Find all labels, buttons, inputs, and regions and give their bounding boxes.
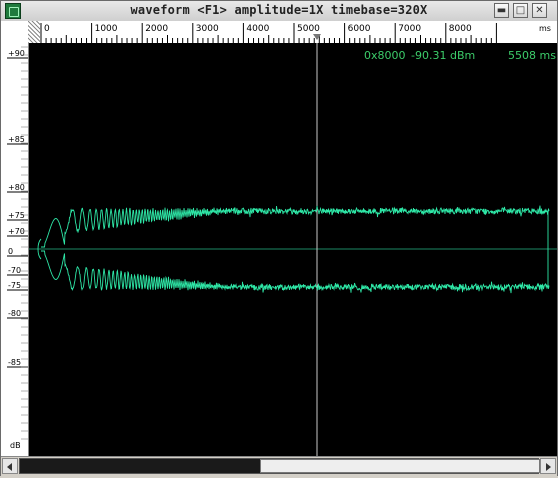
waveform-trace-lower [41, 250, 550, 294]
readout-level: -90.31 dBm [411, 49, 475, 62]
time-ruler[interactable]: 0 1000 2000 3000 4000 5000 6000 7000 8000 ms [1, 21, 557, 44]
scroll-right-icon [546, 463, 551, 471]
scale-label: -70 [8, 266, 21, 275]
readout-time: 5508 ms [508, 49, 556, 62]
waveform-trace-upper [41, 205, 550, 248]
db-scale-ticks: +90 +85 +80 +75 +70 0 -70 -75 -80 -85 dB [7, 46, 28, 450]
scroll-left-button[interactable] [2, 458, 18, 474]
ruler-label: 2000 [145, 24, 168, 34]
scale-label: +70 [8, 227, 25, 236]
ruler-label: 1000 [95, 24, 118, 34]
waveform-window: waveform <F1> amplitude=1X timebase=320X… [0, 0, 558, 476]
scroll-track[interactable] [19, 458, 540, 474]
ruler-label: 4000 [246, 24, 269, 34]
minimize-icon: ▬ [496, 5, 507, 16]
horizontal-scrollbar[interactable] [1, 456, 557, 476]
maximize-icon: □ [515, 5, 526, 16]
ruler-label: 6000 [348, 24, 371, 34]
ruler-label: 5000 [297, 24, 320, 34]
db-scale: +90 +85 +80 +75 +70 0 -70 -75 -80 -85 dB [1, 43, 29, 456]
scroll-thumb[interactable] [260, 459, 540, 473]
scale-unit: dB [10, 441, 21, 450]
ruler-label: 7000 [398, 24, 421, 34]
ruler-label: 8000 [449, 24, 472, 34]
ruler-label: 0 [44, 24, 50, 34]
close-icon: ✕ [535, 5, 544, 16]
maximize-button[interactable]: □ [513, 3, 528, 18]
scale-label: +80 [8, 183, 25, 192]
scroll-right-button[interactable] [540, 458, 556, 474]
scale-label: -85 [8, 358, 21, 367]
scale-label: 0 [8, 247, 13, 256]
ruler-label: 3000 [196, 24, 219, 34]
waveform-plot[interactable]: 0x8000 -90.31 dBm 5508 ms [29, 43, 557, 456]
minimize-button[interactable]: ▬ [494, 3, 509, 18]
waveform-canvas[interactable]: 0x8000 -90.31 dBm 5508 ms [29, 43, 557, 456]
title-bar[interactable]: waveform <F1> amplitude=1X timebase=320X… [1, 1, 557, 22]
scale-label: -75 [8, 281, 21, 290]
scale-label: +90 [8, 49, 25, 58]
ruler-unit: ms [539, 24, 551, 33]
ruler-ticks: 0 1000 2000 3000 4000 5000 6000 7000 8000 ms [40, 23, 551, 43]
scale-label: +75 [8, 211, 25, 220]
scroll-left-icon [7, 463, 12, 471]
window-title: waveform <F1> amplitude=1X timebase=320X [130, 3, 428, 17]
scale-label: +85 [8, 135, 25, 144]
readout-address: 0x8000 [364, 49, 406, 62]
close-button[interactable]: ✕ [532, 3, 547, 18]
scale-label: -80 [8, 309, 21, 318]
